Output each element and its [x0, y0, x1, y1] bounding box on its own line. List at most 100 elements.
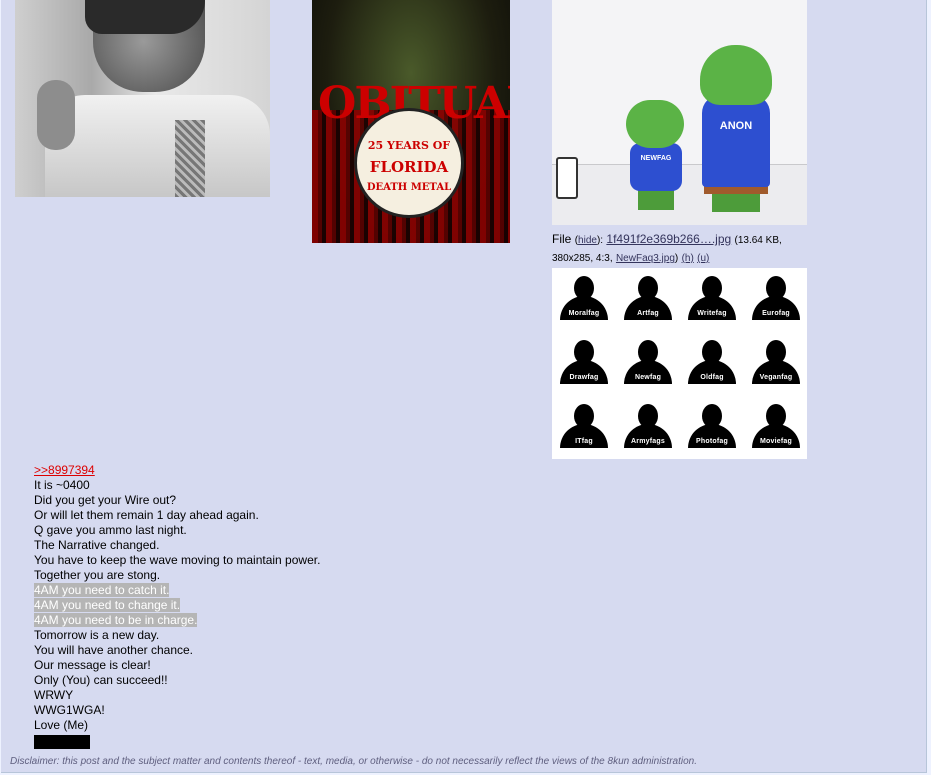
- h-link[interactable]: (h): [682, 253, 694, 264]
- silhouette-head: [638, 276, 658, 300]
- small-frog-head: [626, 100, 684, 148]
- quote-link[interactable]: >>8997394: [34, 463, 95, 477]
- line-text: Tomorrow is a new day.: [34, 628, 160, 642]
- silhouette-head: [766, 340, 786, 364]
- disclaimer: Disclaimer: this post and the subject ma…: [10, 756, 697, 767]
- body-line: Our message is clear!: [34, 658, 634, 673]
- seal-line-1: 25 YEARS OF: [367, 139, 451, 152]
- body-line: 4AM you need to change it.: [34, 598, 634, 613]
- line-text: WRWY: [34, 688, 74, 702]
- body-line: The Narrative changed.: [34, 538, 634, 553]
- silhouette-head: [702, 276, 722, 300]
- silhouette-cell: Eurofag: [744, 268, 807, 332]
- seal-line-2: FLORIDA: [369, 158, 449, 176]
- file-size: (13.64 KB,: [734, 235, 782, 246]
- silhouette-label: ITfag: [575, 438, 593, 445]
- pepe-image-thumbnail[interactable]: NEWFAG ANON: [552, 0, 807, 225]
- line-text: Only (You) can succeed!!: [34, 673, 168, 687]
- line-text: Love (Me): [34, 718, 89, 732]
- small-frog-legs: [638, 190, 674, 210]
- line-text: You will have another chance.: [34, 643, 193, 657]
- hand: [37, 80, 75, 150]
- body-line: WWG1WGA!: [34, 703, 634, 718]
- silhouette-cell: Artfag: [616, 268, 680, 332]
- silhouette-label: Oldfag: [700, 374, 724, 381]
- file-name-link[interactable]: 1f491f2e369b266….jpg: [606, 232, 731, 246]
- silhouette-label: Moviefag: [760, 438, 792, 445]
- silhouette-head: [702, 404, 722, 428]
- hair: [85, 0, 205, 34]
- spoiler-block[interactable]: [34, 735, 90, 749]
- highlighted-text: 4AM you need to be in charge.: [34, 613, 198, 627]
- silhouette-head: [702, 340, 722, 364]
- silhouette-cell: Oldfag: [680, 332, 744, 396]
- line-text: Our message is clear!: [34, 658, 151, 672]
- silhouette-head: [574, 276, 594, 300]
- body-line: 4AM you need to be in charge.: [34, 613, 634, 628]
- silhouette-cell: Veganfag: [744, 332, 807, 396]
- silhouette-cell: Newfag: [616, 332, 680, 396]
- silhouette-label: Drawfag: [569, 374, 599, 381]
- body-line: You have to keep the wave moving to main…: [34, 553, 634, 568]
- hide-link[interactable]: hide: [578, 235, 597, 246]
- original-filename-link[interactable]: NewFaq3.jpg: [616, 253, 675, 264]
- file-info: File (hide): 1f491f2e369b266….jpg (13.64…: [552, 232, 782, 264]
- body-line: Together you are stong.: [34, 568, 634, 583]
- silhouette-head: [766, 276, 786, 300]
- body-line: 4AM you need to catch it.: [34, 583, 634, 598]
- body-line: Did you get your Wire out?: [34, 493, 634, 508]
- line-text: The Narrative changed.: [34, 538, 160, 552]
- obituary-poster-thumbnail[interactable]: OBITUARY 25 YEARS OF FLORIDA DEATH METAL: [312, 0, 510, 243]
- silhouette-label: Photofag: [696, 438, 728, 445]
- file-label: File: [552, 232, 572, 246]
- line-text: Together you are stong.: [34, 568, 161, 582]
- silhouette-head: [766, 404, 786, 428]
- big-frog-head: [700, 45, 772, 105]
- body-line: Only (You) can succeed!!: [34, 673, 634, 688]
- silhouette-label: Moralfag: [568, 310, 600, 317]
- silhouette-head: [638, 340, 658, 364]
- body-line: Q gave you ammo last night.: [34, 523, 634, 538]
- small-frog-body: [630, 143, 682, 191]
- anniversary-seal: 25 YEARS OF FLORIDA DEATH METAL: [354, 108, 464, 218]
- post-container: OBITUARY 25 YEARS OF FLORIDA DEATH METAL…: [1, 0, 927, 773]
- silhouette-label: Veganfag: [759, 374, 793, 381]
- post-body: >>8997394 It is ~0400 Did you get your Wi…: [34, 463, 634, 753]
- outlet: [556, 157, 578, 199]
- silhouette-head: [638, 404, 658, 428]
- anon-shirt-label: ANON: [719, 120, 753, 132]
- silhouette-label: Newfag: [634, 374, 662, 381]
- silhouette-head: [574, 404, 594, 428]
- newfag-shirt-label: NEWFAG: [640, 155, 672, 162]
- u-link[interactable]: (u): [697, 253, 709, 264]
- silhouette-cell: Armyfags: [616, 396, 680, 459]
- silhouette-cell: Photofag: [680, 396, 744, 459]
- silhouette-cell: Moviefag: [744, 396, 807, 459]
- line-text: Or will let them remain 1 day ahead agai…: [34, 508, 259, 522]
- body-line: WRWY: [34, 688, 634, 703]
- line-text: WWG1WGA!: [34, 703, 105, 717]
- line-text: It is ~0400: [34, 478, 90, 492]
- highlighted-text: 4AM you need to change it.: [34, 598, 181, 612]
- file-dimensions: 380x285, 4:3,: [552, 253, 613, 264]
- silhouette-head: [574, 340, 594, 364]
- silhouette-cell: ITfag: [552, 396, 616, 459]
- silhouette-cell: Drawfag: [552, 332, 616, 396]
- shirt: [45, 95, 270, 197]
- silhouette-grid-thumbnail[interactable]: Moralfag Artfag Writefag Eurofag Drawfag Newf…: [552, 268, 807, 459]
- body-line: Or will let them remain 1 day ahead agai…: [34, 508, 634, 523]
- line-text: Did you get your Wire out?: [34, 493, 177, 507]
- big-frog-body: [702, 95, 770, 187]
- line-text: You have to keep the wave moving to main…: [34, 553, 321, 567]
- tie: [175, 120, 205, 197]
- silhouette-label: Armyfags: [631, 438, 665, 445]
- big-frog-legs: [712, 194, 760, 212]
- highlighted-text: 4AM you need to catch it.: [34, 583, 170, 597]
- silhouette-cell: Moralfag: [552, 268, 616, 332]
- body-line: It is ~0400: [34, 478, 634, 493]
- silhouette-label: Writefag: [697, 310, 727, 317]
- jfk-photo-thumbnail[interactable]: [15, 0, 270, 197]
- body-line: You will have another chance.: [34, 643, 634, 658]
- body-line: Tomorrow is a new day.: [34, 628, 634, 643]
- line-text: Q gave you ammo last night.: [34, 523, 187, 537]
